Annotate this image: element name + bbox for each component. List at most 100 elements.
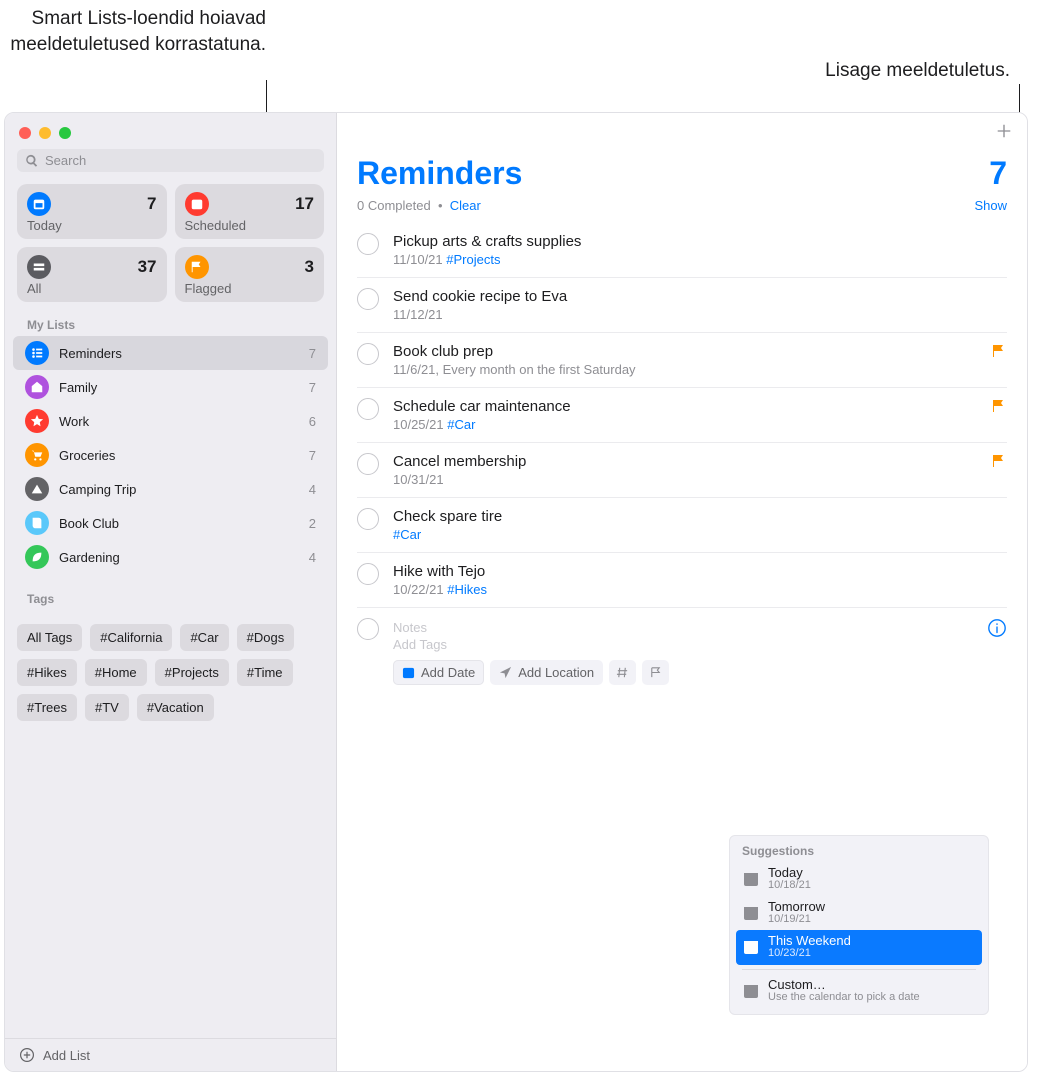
tags-placeholder[interactable]: Add Tags (393, 637, 987, 652)
tag-tv[interactable]: #TV (85, 694, 129, 721)
smart-list-count: 7 (147, 194, 156, 214)
search-input[interactable] (45, 153, 316, 168)
tag-vacation[interactable]: #Vacation (137, 694, 214, 721)
date-suggestions-popover: Suggestions Today 10/18/21 Tomorrow 10/1… (729, 835, 989, 1015)
tag-alltags[interactable]: All Tags (17, 624, 82, 651)
clear-completed-link[interactable]: Clear (450, 198, 481, 213)
list-header: Reminders 7 (337, 151, 1027, 194)
reminder-subtitle: #Car (393, 527, 1007, 542)
tags: All Tags #California #Car #Dogs #Hikes #Home #… (5, 618, 336, 727)
sidebar-list-camping-trip[interactable]: Camping Trip 4 (13, 472, 328, 506)
add-flag-button[interactable] (642, 660, 669, 685)
add-reminder-button[interactable] (995, 122, 1013, 143)
tag-time[interactable]: #Time (237, 659, 293, 686)
reminder-item[interactable]: Pickup arts & crafts supplies 11/10/21 #… (357, 223, 1007, 278)
suggestion-date: 10/18/21 (768, 879, 811, 892)
suggestion-thisweekend[interactable]: This Weekend 10/23/21 (736, 930, 982, 964)
reminder-subtitle: 10/22/21 #Hikes (393, 582, 1007, 597)
suggestion-label: This Weekend (768, 934, 851, 947)
info-button[interactable] (987, 618, 1007, 685)
reminder-title: Schedule car maintenance (393, 398, 983, 415)
complete-checkbox[interactable] (357, 453, 379, 475)
complete-checkbox[interactable] (357, 563, 379, 585)
list-label: Family (59, 380, 299, 395)
reminder-title: Book club prep (393, 343, 983, 360)
list-label: Book Club (59, 516, 299, 531)
close-button[interactable] (19, 127, 31, 139)
tag-car[interactable]: #Car (180, 624, 228, 651)
tag-dogs[interactable]: #Dogs (237, 624, 295, 651)
tag-projects[interactable]: #Projects (155, 659, 229, 686)
reminder-subtitle: 10/31/21 (393, 472, 983, 487)
list-count: 4 (309, 482, 316, 497)
tag-home[interactable]: #Home (85, 659, 147, 686)
leaf-icon (25, 545, 49, 569)
reminder-item[interactable]: Send cookie recipe to Eva 11/12/21 (357, 278, 1007, 333)
sidebar-list-book-club[interactable]: Book Club 2 (13, 506, 328, 540)
list-count: 6 (309, 414, 316, 429)
show-completed-link[interactable]: Show (974, 198, 1007, 213)
reminder-title: Pickup arts & crafts supplies (393, 233, 1007, 250)
search-field[interactable] (17, 149, 324, 172)
list-label: Gardening (59, 550, 299, 565)
list-label: Work (59, 414, 299, 429)
tag-hikes[interactable]: #Hikes (17, 659, 77, 686)
add-location-button[interactable]: Add Location (490, 660, 603, 685)
add-list-button[interactable]: Add List (5, 1038, 336, 1071)
reminder-item[interactable]: Hike with Tejo 10/22/21 #Hikes (357, 553, 1007, 608)
tag-trees[interactable]: #Trees (17, 694, 77, 721)
reminder-title: Check spare tire (393, 508, 1007, 525)
reminder-item[interactable]: Check spare tire #Car (357, 498, 1007, 553)
smart-list-label: Flagged (185, 281, 315, 296)
notes-placeholder[interactable]: Notes (393, 620, 987, 635)
tag-california[interactable]: #California (90, 624, 172, 651)
minimize-button[interactable] (39, 127, 51, 139)
suggestion-today[interactable]: Today 10/18/21 (736, 862, 982, 896)
star-icon (25, 409, 49, 433)
flag-icon (991, 343, 1007, 377)
flag-icon (991, 398, 1007, 432)
complete-checkbox[interactable] (357, 343, 379, 365)
suggestion-tomorrow[interactable]: Tomorrow 10/19/21 (736, 896, 982, 930)
list-icon (25, 341, 49, 365)
completed-count: 0 Completed (357, 198, 431, 213)
reminder-subtitle: 11/6/21, Every month on the first Saturd… (393, 362, 983, 377)
completed-row: 0 Completed • Clear Show (337, 194, 1027, 223)
suggestion-custom[interactable]: Custom… Use the calendar to pick a date (736, 974, 982, 1008)
complete-checkbox[interactable] (357, 618, 379, 640)
divider (742, 969, 976, 970)
zoom-button[interactable] (59, 127, 71, 139)
reminder-item[interactable]: Schedule car maintenance 10/25/21 #Car (357, 388, 1007, 443)
sidebar-list-reminders[interactable]: Reminders 7 (13, 336, 328, 370)
reminder-list: Pickup arts & crafts supplies 11/10/21 #… (337, 223, 1027, 695)
toolbar (337, 113, 1027, 151)
reminder-item[interactable]: Cancel membership 10/31/21 (357, 443, 1007, 498)
sidebar-list-work[interactable]: Work 6 (13, 404, 328, 438)
tent-icon (25, 477, 49, 501)
sidebar-list-gardening[interactable]: Gardening 4 (13, 540, 328, 574)
list-count: 2 (309, 516, 316, 531)
cart-icon (25, 443, 49, 467)
reminder-subtitle: 11/10/21 #Projects (393, 252, 1007, 267)
sidebar-list-family[interactable]: Family 7 (13, 370, 328, 404)
add-tag-button[interactable] (609, 660, 636, 685)
list-count: 7 (309, 346, 316, 361)
today-icon (27, 192, 51, 216)
complete-checkbox[interactable] (357, 233, 379, 255)
smart-list-flagged[interactable]: 3 Flagged (175, 247, 325, 302)
reminder-item[interactable]: Book club prep 11/6/21, Every month on t… (357, 333, 1007, 388)
list-count: 7 (309, 448, 316, 463)
sidebar-list-groceries[interactable]: Groceries 7 (13, 438, 328, 472)
smart-list-today[interactable]: 7 Today (17, 184, 167, 239)
suggestion-date: 10/23/21 (768, 947, 851, 960)
all-icon (27, 255, 51, 279)
new-reminder-row[interactable]: Notes Add Tags Add Date Add Location (357, 608, 1007, 695)
smart-list-scheduled[interactable]: 17 Scheduled (175, 184, 325, 239)
complete-checkbox[interactable] (357, 508, 379, 530)
smart-list-all[interactable]: 37 All (17, 247, 167, 302)
reminder-title: Hike with Tejo (393, 563, 1007, 580)
complete-checkbox[interactable] (357, 398, 379, 420)
complete-checkbox[interactable] (357, 288, 379, 310)
add-date-button[interactable]: Add Date (393, 660, 484, 685)
smart-list-label: Today (27, 218, 157, 233)
